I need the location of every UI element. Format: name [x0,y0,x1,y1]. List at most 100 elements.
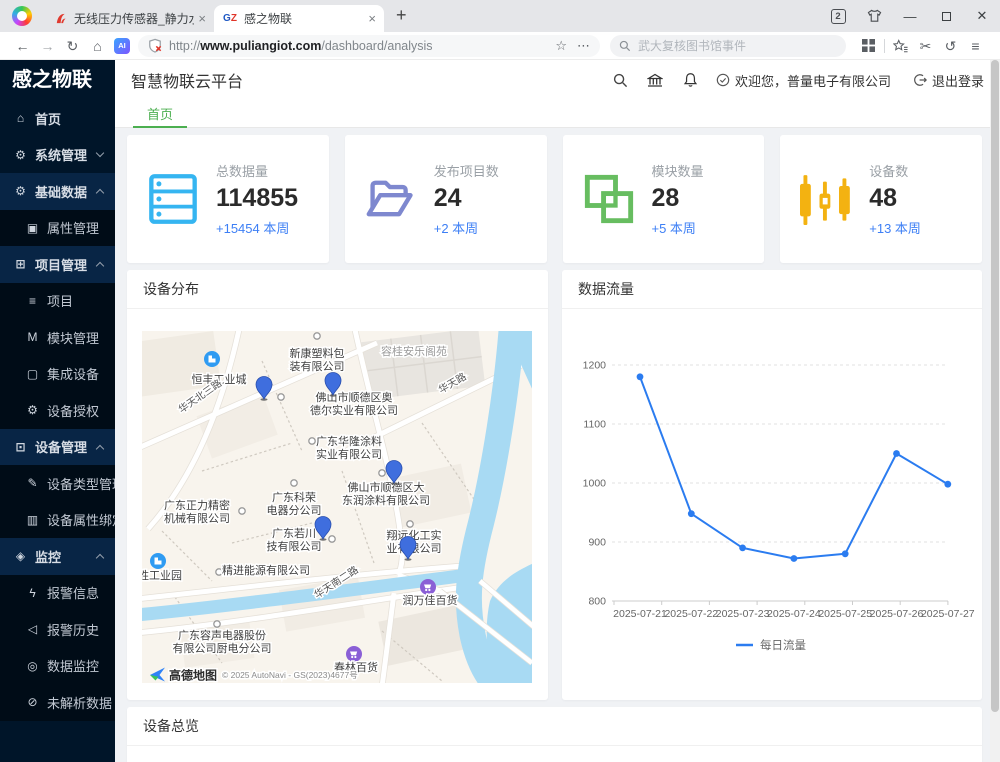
favorites-star-icon[interactable] [888,39,913,53]
sidebar-item-base-data[interactable]: ⚙ 基础数据 [0,173,115,210]
browser-window: 无线压力传感器_静力水准仪_ × GZ 感之物联 × + 2 — ✕ ← → ↻… [0,0,1000,762]
building-poi-icon [204,351,220,367]
stat-label: 总数据量 [216,161,298,180]
minimize-button[interactable]: — [892,0,928,32]
reload-icon[interactable]: ↻ [60,39,85,53]
app-header: 智慧物联云平台 欢迎您，普量电子有限公司 [115,60,1000,100]
stat-card: 发布项目数 24 +2 本周 [345,135,547,263]
svg-text:2025-07-24: 2025-07-24 [767,608,821,620]
stat-delta: +2 本周 [434,218,499,237]
tab-home[interactable]: 首页 [133,100,187,128]
sidebar-filler [0,721,115,762]
new-tab-button[interactable]: + [396,5,407,26]
stat-value: 24 [434,185,499,213]
browser-menu-icon[interactable]: ≡ [963,39,988,53]
chevron-up-icon [96,262,104,270]
tab-title: 无线压力传感器_静力水准仪_ [74,10,194,27]
page-scrollbar[interactable] [990,60,1000,762]
sidebar-item-device-mgmt[interactable]: ⊡ 设备管理 [0,429,115,466]
sidebar-item-integrated-device[interactable]: ▢ 集成设备 [0,356,115,393]
shopping-cart-poi-icon [420,579,436,595]
more-options-icon[interactable]: ⋯ [577,38,590,54]
browser-tabstrip: 无线压力传感器_静力水准仪_ × GZ 感之物联 × + 2 — ✕ [0,0,1000,32]
close-window-button[interactable]: ✕ [964,0,1000,32]
sidebar-item-alarm-history[interactable]: ◁ 报警历史 [0,611,115,648]
browser-search-box[interactable]: 武大复核图书馆事件 [610,35,846,57]
svg-text:2025-07-25: 2025-07-25 [818,608,872,620]
stat-card: 模块数量 28 +5 本周 [563,135,765,263]
folder-icon [365,173,417,225]
sidebar-item-alarm-info[interactable]: ϟ 报警信息 [0,575,115,612]
stat-delta: +13 本周 [869,218,921,237]
shopping-cart-poi-icon [346,646,362,662]
sidebar-item-project[interactable]: ≡ 项目 [0,283,115,320]
tab-close-icon[interactable]: × [368,11,376,26]
forward-icon[interactable]: → [35,39,60,53]
copy-icon: ▥ [25,513,40,527]
search-icon [619,40,631,52]
logout-icon [913,73,927,87]
sidebar-item-device-attr-bind[interactable]: ▥ 设备属性绑定 [0,502,115,539]
browser-toolbar: ← → ↻ ⌂ AI http://www.puliangiot.com/das… [0,32,1000,60]
back-icon[interactable]: ← [10,39,35,53]
map-label: 广东容声电器股份有限公司厨电分公司 [173,628,272,655]
map-label: 新康塑料包装有限公司 [290,346,345,373]
svg-text:1200: 1200 [583,360,607,372]
map-label: 容桂安乐阁苑 [381,344,447,358]
list-icon: ≡ [25,294,40,308]
box-icon: ▣ [25,221,40,235]
sidebar-item-device-auth[interactable]: ⚙ 设备授权 [0,392,115,429]
card-title: 数据流量 [562,270,982,309]
header-bank-icon[interactable] [638,73,673,88]
sidebar-item-data-monitor[interactable]: ◎ 数据监控 [0,648,115,685]
ai-assistant-icon[interactable]: AI [114,38,130,54]
address-bar[interactable]: http://www.puliangiot.com/dashboard/anal… [138,35,600,57]
header-search-icon[interactable] [603,73,638,88]
screenshot-scissors-icon[interactable]: ✂ [913,39,938,53]
tab-count-badge[interactable]: 2 [820,0,856,32]
sidebar-item-monitor[interactable]: ◈ 监控 [0,538,115,575]
sidebar-item-module-mgmt[interactable]: M 模块管理 [0,319,115,356]
sidebar-item-project-mgmt[interactable]: ⊞ 项目管理 [0,246,115,283]
edit-icon: ✎ [25,476,40,490]
chevron-down-icon [96,148,104,156]
logout-button[interactable]: 退出登录 [913,71,984,90]
toolbar-separator [884,39,885,53]
device-map[interactable]: 新康塑料包装有限公司容桂安乐阁苑恒丰工业城华天北三路佛山市顺德区奥德尔实业有限公… [142,331,532,683]
map-poi-dot [239,508,245,514]
chevron-up-icon [96,444,104,452]
url-text: http://www.puliangiot.com/dashboard/anal… [169,39,545,53]
browser-logo-icon[interactable] [12,6,32,26]
map-poi-dot [314,333,320,339]
device-icon: ⊡ [13,440,28,454]
sidebar-item-home[interactable]: ⌂ 首页 [0,100,115,137]
undo-icon[interactable]: ↺ [938,39,963,53]
sidebar-item-device-type-mgmt[interactable]: ✎ 设备类型管理 [0,465,115,502]
device-overview-card: 设备总览 [127,707,982,762]
sidebar-item-unparsed-data[interactable]: ⊘ 未解析数据 [0,684,115,721]
browser-tab-1[interactable]: 无线压力传感器_静力水准仪_ × [44,5,214,32]
candlestick-icon [800,173,852,225]
apps-grid-icon[interactable] [856,39,881,52]
welcome-user: 欢迎您，普量电子有限公司 [716,71,891,90]
map-label: 润万佳百货 [403,593,458,607]
map-canvas: 新康塑料包装有限公司容桂安乐阁苑恒丰工业城华天北三路佛山市顺德区奥德尔实业有限公… [142,331,532,683]
tab-close-icon[interactable]: × [198,11,206,26]
stat-label: 模块数量 [652,161,704,180]
browser-tab-2[interactable]: GZ 感之物联 × [214,5,384,32]
data-flow-chart: 8009001000110012002025-07-212025-07-2220… [562,309,982,697]
maximize-button[interactable] [928,0,964,32]
search-placeholder: 武大复核图书馆事件 [638,37,746,54]
home-icon: ⌂ [13,111,28,125]
sidebar-item-system-mgmt[interactable]: ⚙ 系统管理 [0,137,115,174]
notification-bell-icon[interactable] [673,72,708,88]
svg-text:900: 900 [588,537,606,549]
modules-icon [583,173,635,225]
browser-home-icon[interactable]: ⌂ [85,39,110,53]
map-label: 精进能源有限公司 [222,563,310,577]
theme-shirt-icon[interactable] [856,0,892,32]
scrollbar-thumb[interactable] [991,60,999,712]
chevron-up-icon [96,189,104,197]
sidebar-item-attr-mgmt[interactable]: ▣ 属性管理 [0,210,115,247]
bookmark-star-icon[interactable]: ☆ [555,38,567,54]
